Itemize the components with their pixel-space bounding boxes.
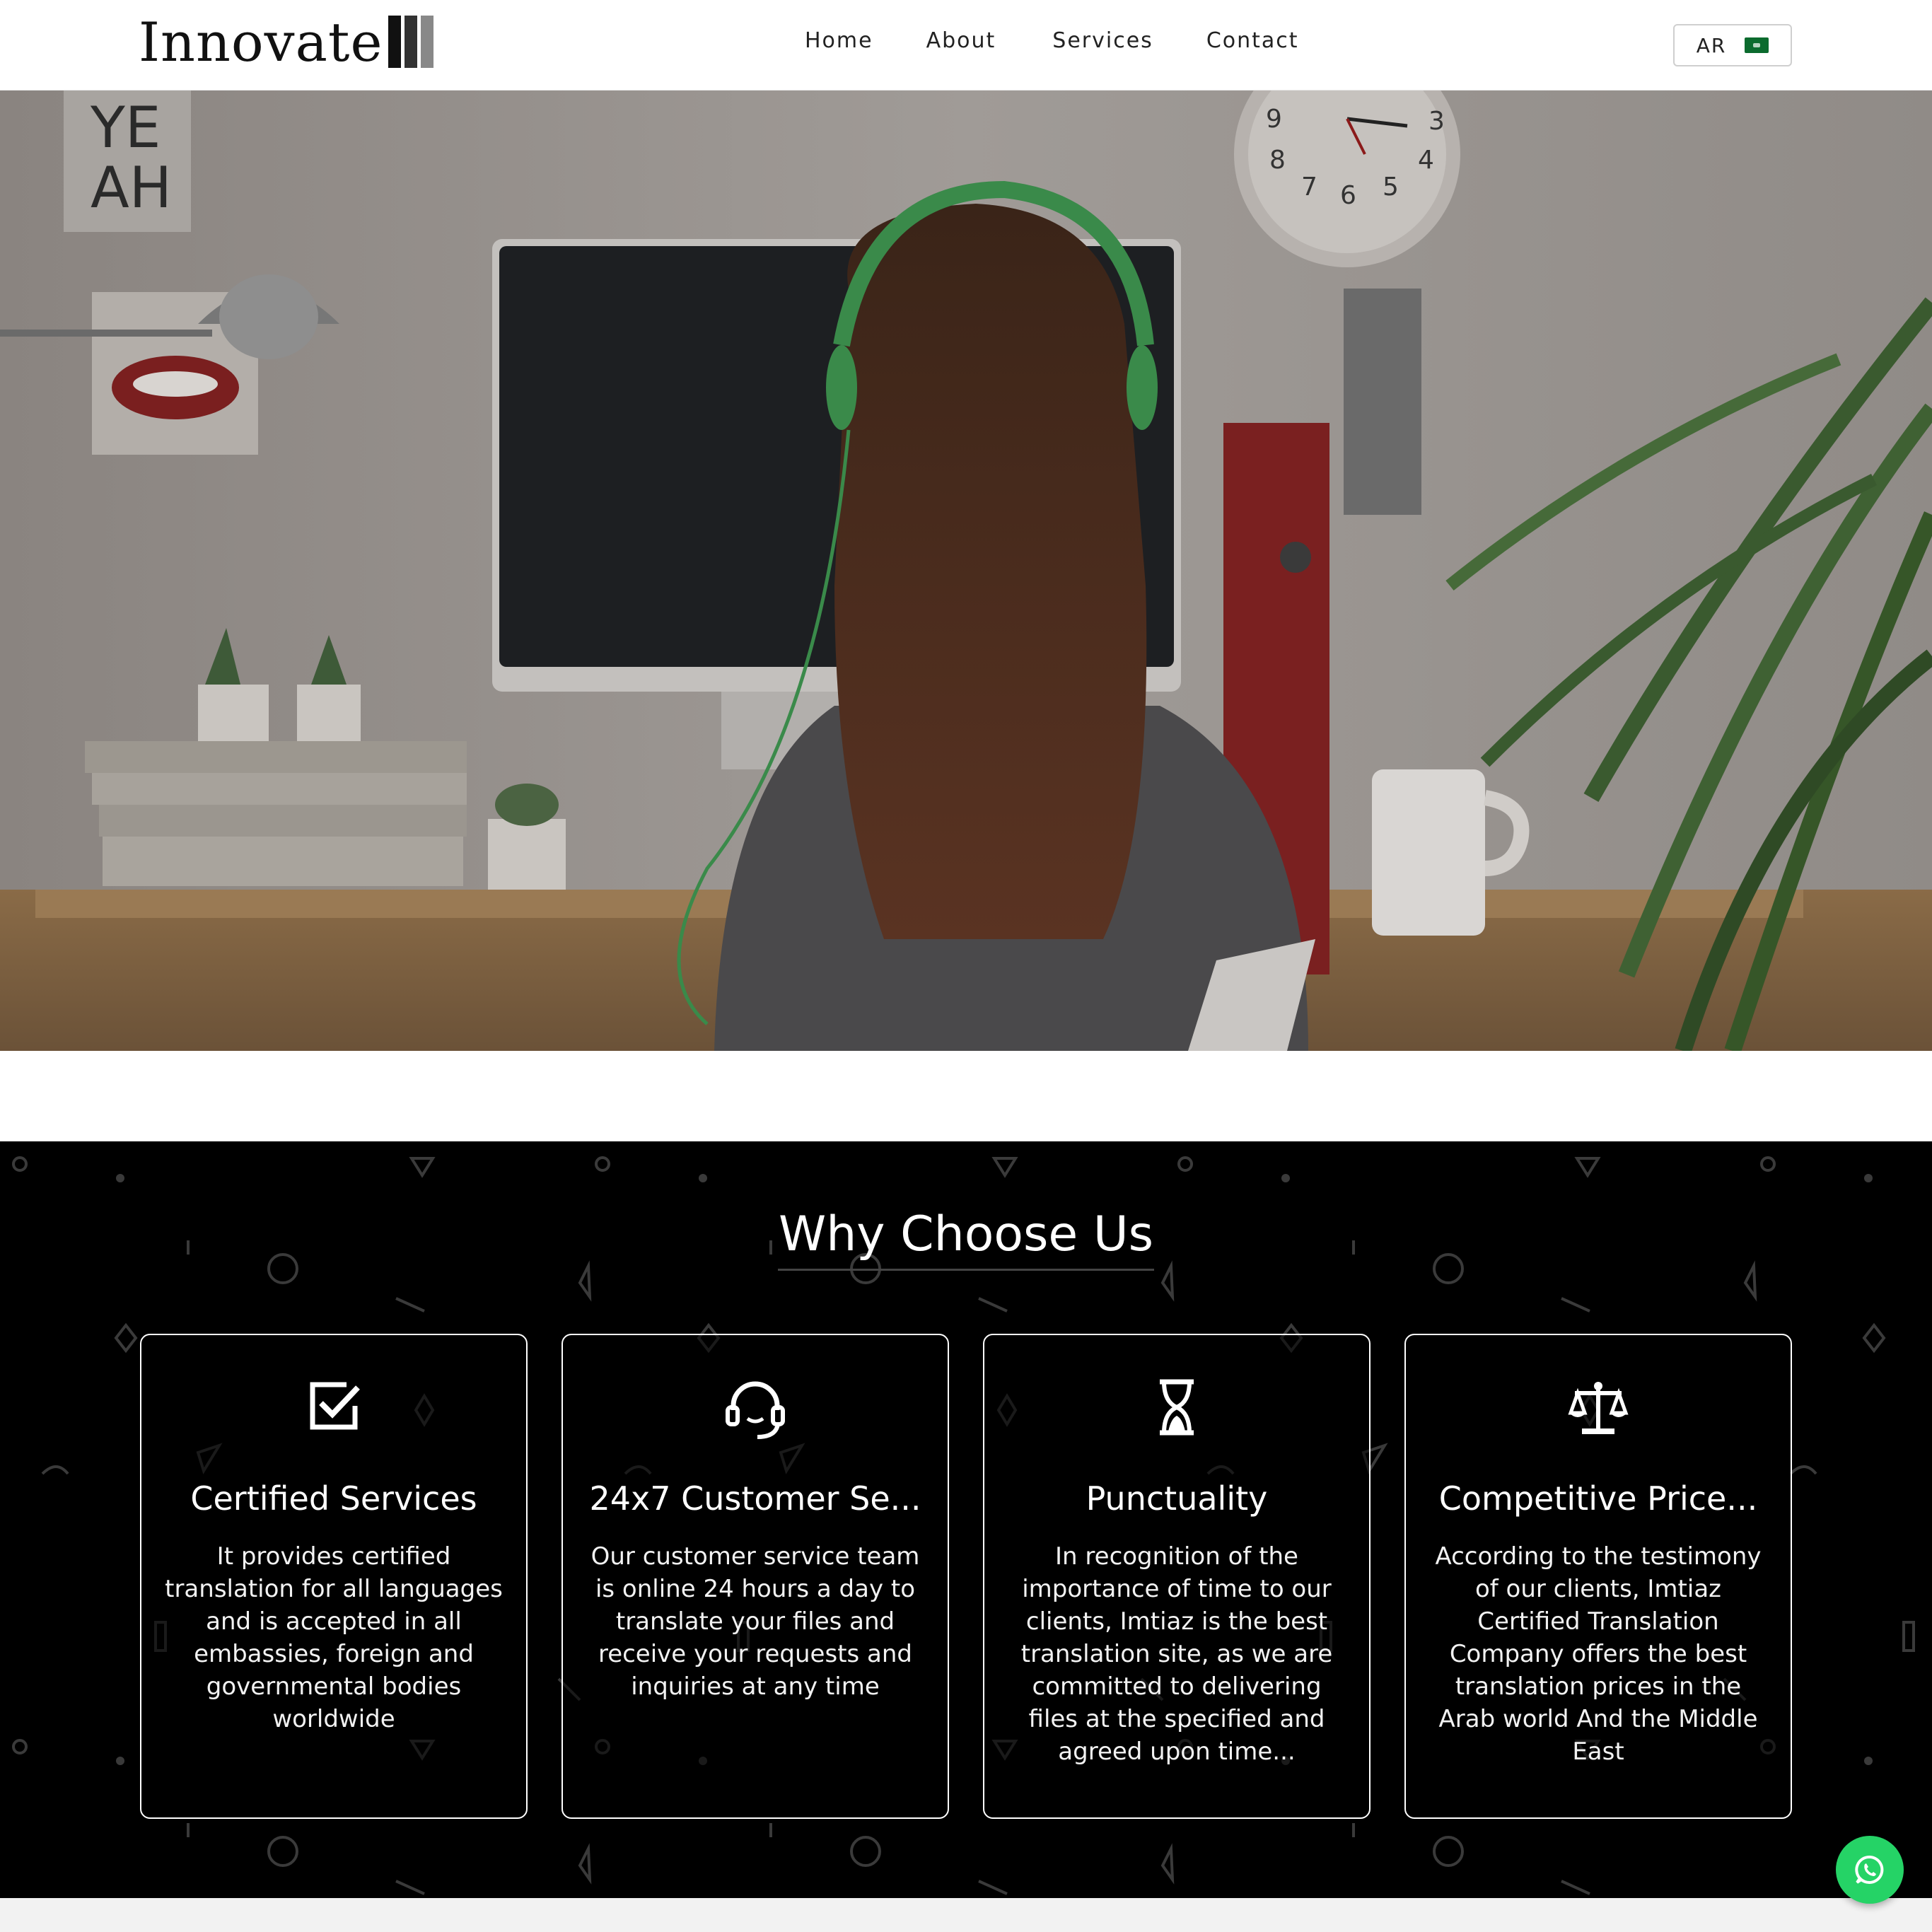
logo-text: Innovate: [139, 10, 383, 74]
svg-text:9: 9: [1266, 105, 1282, 134]
card-title: 24x7 Customer Se...: [589, 1479, 921, 1518]
svg-text:YE: YE: [90, 95, 161, 161]
logo-bars-icon: [388, 16, 437, 68]
footer-strip: [0, 1898, 1932, 1932]
hero-image: YE AH 9 8 7 6 5 4 3: [0, 91, 1932, 1051]
svg-text:5: 5: [1383, 173, 1399, 202]
whatsapp-button[interactable]: [1836, 1836, 1904, 1904]
svg-text:6: 6: [1340, 181, 1356, 210]
svg-text:8: 8: [1269, 146, 1286, 175]
scale-icon: [1406, 1378, 1791, 1437]
logo[interactable]: Innovate: [139, 10, 437, 74]
card-title: Competitive Price...: [1438, 1479, 1758, 1518]
card-text: In recognition of the importance of time…: [1020, 1542, 1333, 1766]
language-switch-button[interactable]: AR: [1673, 24, 1792, 66]
card-text: It provides certified translation for al…: [165, 1542, 503, 1733]
card-text: Our customer service team is online 24 h…: [590, 1542, 920, 1701]
why-choose-us-section: Why Choose Us Certified Services It prov…: [0, 1141, 1932, 1898]
hero-banner: YE AH 9 8 7 6 5 4 3: [0, 91, 1932, 1051]
feature-card-certified: Certified Services It provides certified…: [140, 1334, 528, 1819]
site-header: Innovate Home About Services Contact AR: [0, 0, 1932, 91]
feature-card-punctuality: Punctuality In recognition of the import…: [983, 1334, 1371, 1819]
svg-text:3: 3: [1428, 107, 1445, 136]
card-text: According to the testimony of our client…: [1435, 1542, 1762, 1766]
main-nav: Home About Services Contact: [805, 28, 1352, 53]
language-label: AR: [1696, 33, 1727, 57]
feature-card-pricing: Competitive Price... According to the te…: [1404, 1334, 1792, 1819]
headset-icon: [563, 1378, 948, 1441]
hourglass-icon: [984, 1378, 1369, 1437]
title-underline: [778, 1269, 1154, 1271]
nav-about[interactable]: About: [926, 28, 996, 53]
card-title: Certified Services: [190, 1479, 477, 1518]
nav-services[interactable]: Services: [1052, 28, 1153, 53]
saudi-flag-icon: [1745, 37, 1769, 53]
card-title: Punctuality: [1086, 1479, 1268, 1518]
svg-text:AH: AH: [91, 155, 172, 221]
checkbox-icon: [141, 1378, 526, 1434]
feature-card-support: 24x7 Customer Se... Our customer service…: [561, 1334, 949, 1819]
svg-text:4: 4: [1418, 146, 1434, 175]
whatsapp-icon: [1855, 1855, 1884, 1884]
svg-text:7: 7: [1301, 173, 1317, 202]
nav-contact[interactable]: Contact: [1206, 28, 1299, 53]
section-title: Why Choose Us: [778, 1206, 1154, 1262]
nav-home[interactable]: Home: [805, 28, 873, 53]
